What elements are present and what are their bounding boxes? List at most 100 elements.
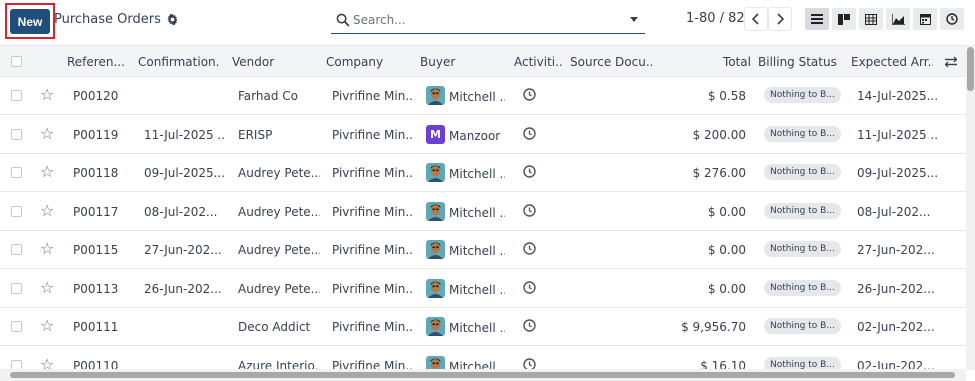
list-header: Referen... Confirmation... Vendor Compan… bbox=[0, 45, 966, 77]
table-row[interactable]: ☆ P00115 27-Jun-202... Audrey Pete... Pi… bbox=[0, 231, 966, 269]
list-view-button[interactable] bbox=[805, 8, 829, 30]
column-header-activities[interactable]: Activiti... bbox=[514, 55, 564, 69]
billing-status-badge: Nothing to B... bbox=[764, 318, 841, 334]
avatar bbox=[426, 163, 445, 182]
pager-value[interactable]: 1-80 / 82 bbox=[686, 11, 745, 26]
reference-cell: P00119 bbox=[73, 127, 119, 142]
star-icon[interactable]: ☆ bbox=[40, 87, 54, 103]
activity-clock-icon[interactable] bbox=[523, 126, 536, 140]
table-row[interactable]: ☆ P00118 09-Jul-2025... Audrey Pete... P… bbox=[0, 154, 966, 192]
buyer-cell: Mitchell ... bbox=[449, 282, 505, 297]
company-cell: Pivrifine Min... bbox=[332, 204, 414, 219]
pager-previous-button[interactable] bbox=[744, 7, 768, 31]
company-cell: Pivrifine Min... bbox=[332, 89, 414, 103]
star-icon[interactable]: ☆ bbox=[40, 125, 54, 142]
calendar-view-button[interactable] bbox=[913, 8, 937, 30]
star-icon[interactable]: ☆ bbox=[40, 202, 54, 219]
row-checkbox[interactable] bbox=[11, 205, 22, 217]
row-checkbox[interactable] bbox=[11, 282, 22, 294]
total-cell: $ 200.00 bbox=[692, 127, 746, 142]
activity-clock-icon[interactable] bbox=[523, 242, 536, 255]
table-row[interactable]: ☆ P00120 Farhad Co Pivrifine Min... Mitc… bbox=[0, 77, 966, 115]
row-checkbox[interactable] bbox=[11, 321, 22, 332]
star-icon[interactable]: ☆ bbox=[40, 241, 54, 257]
search-bar bbox=[331, 8, 645, 34]
expected-arrival-cell: 26-Jun-202... bbox=[857, 281, 935, 296]
vendor-cell: Audrey Pete... bbox=[238, 243, 320, 257]
row-checkbox[interactable] bbox=[11, 128, 22, 140]
pivot-view-button[interactable] bbox=[859, 8, 883, 30]
avatar bbox=[426, 278, 445, 298]
search-options-toggle-icon[interactable] bbox=[630, 17, 638, 22]
vendor-cell: Farhad Co bbox=[238, 89, 298, 103]
vertical-scrollbar[interactable] bbox=[966, 45, 975, 370]
expected-arrival-cell: 27-Jun-202... bbox=[857, 243, 935, 257]
column-header-company[interactable]: Company bbox=[326, 55, 406, 69]
reference-cell: P00113 bbox=[73, 281, 119, 296]
confirmation-date-cell: 11-Jul-2025 ... bbox=[144, 127, 226, 142]
table-row[interactable]: ☆ P00117 08-Jul-202... Audrey Pete... Pi… bbox=[0, 192, 966, 231]
chevron-left-icon bbox=[751, 13, 759, 25]
total-cell: $ 0.00 bbox=[707, 243, 746, 257]
chevron-right-icon bbox=[777, 13, 785, 25]
new-button[interactable]: New bbox=[10, 9, 50, 34]
expected-arrival-cell: 14-Jul-2025... bbox=[857, 89, 937, 103]
column-header-source-document[interactable]: Source Docu... bbox=[570, 55, 652, 69]
buyer-cell: Mitchell ... bbox=[449, 90, 505, 104]
row-checkbox[interactable] bbox=[11, 90, 22, 101]
billing-status-badge: Nothing to B... bbox=[764, 87, 841, 103]
confirmation-date-cell: 26-Jun-202... bbox=[144, 281, 222, 296]
expected-arrival-cell: 09-Jul-2025... bbox=[857, 166, 937, 180]
column-header-total[interactable]: Total bbox=[690, 55, 751, 69]
company-cell: Pivrifine Min... bbox=[332, 127, 414, 142]
column-header-vendor[interactable]: Vendor bbox=[232, 55, 312, 69]
expected-arrival-cell: 02-Jun-202... bbox=[857, 320, 935, 334]
buyer-cell: Mitchell ... bbox=[449, 167, 505, 181]
activity-view-icon bbox=[946, 13, 958, 25]
column-header-buyer[interactable]: Buyer bbox=[420, 55, 500, 69]
vendor-cell: Deco Addict bbox=[238, 320, 311, 334]
table-row[interactable]: ☆ P00111 Deco Addict Pivrifine Min... Mi… bbox=[0, 308, 966, 346]
expected-arrival-cell: 11-Jul-2025 ... bbox=[857, 127, 937, 142]
kanban-view-icon bbox=[838, 13, 850, 25]
activity-clock-icon[interactable] bbox=[523, 319, 536, 332]
star-icon[interactable]: ☆ bbox=[40, 318, 54, 334]
activity-clock-icon[interactable] bbox=[523, 165, 536, 178]
horizontal-scrollbar[interactable] bbox=[0, 369, 966, 381]
optional-columns-toggle-icon[interactable] bbox=[945, 56, 957, 68]
row-checkbox[interactable] bbox=[11, 244, 22, 255]
vertical-scrollbar-thumb[interactable] bbox=[967, 47, 974, 91]
activity-clock-icon[interactable] bbox=[523, 88, 536, 101]
table-row[interactable]: ☆ P00113 26-Jun-202... Audrey Pete... Pi… bbox=[0, 269, 966, 308]
search-input[interactable] bbox=[353, 11, 623, 29]
billing-status-badge: Nothing to B... bbox=[764, 279, 841, 296]
company-cell: Pivrifine Min... bbox=[332, 166, 414, 180]
calendar-view-icon bbox=[919, 14, 931, 25]
star-icon[interactable]: ☆ bbox=[40, 279, 54, 296]
kanban-view-button[interactable] bbox=[832, 8, 856, 30]
table-row[interactable]: ☆ P00119 11-Jul-2025 ... ERISP Pivrifine… bbox=[0, 115, 966, 154]
graph-view-button[interactable] bbox=[886, 8, 910, 30]
avatar bbox=[426, 201, 445, 221]
select-all-checkbox[interactable] bbox=[11, 56, 22, 67]
activity-clock-icon[interactable] bbox=[523, 203, 536, 217]
column-header-reference[interactable]: Referen... bbox=[67, 55, 133, 69]
star-icon[interactable]: ☆ bbox=[40, 164, 54, 180]
total-cell: $ 0.58 bbox=[707, 89, 746, 103]
pager-next-button[interactable] bbox=[768, 7, 792, 31]
gear-icon[interactable] bbox=[167, 14, 178, 25]
company-cell: Pivrifine Min... bbox=[332, 281, 414, 296]
row-checkbox[interactable] bbox=[11, 167, 22, 178]
billing-status-badge: Nothing to B... bbox=[764, 202, 841, 219]
column-header-billing-status[interactable]: Billing Status bbox=[758, 55, 842, 69]
control-panel: New Purchase Orders 1-80 / 82 bbox=[0, 0, 975, 45]
activity-clock-icon[interactable] bbox=[523, 280, 536, 294]
column-header-expected-arrival[interactable]: Expected Arr... bbox=[851, 55, 933, 69]
activity-view-button[interactable] bbox=[940, 8, 964, 30]
reference-cell: P00111 bbox=[73, 320, 119, 334]
horizontal-scrollbar-thumb[interactable] bbox=[10, 372, 955, 378]
billing-status-badge: Nothing to B... bbox=[764, 125, 841, 142]
column-header-confirmation[interactable]: Confirmation... bbox=[138, 55, 220, 69]
company-cell: Pivrifine Min... bbox=[332, 243, 414, 257]
billing-status-badge: Nothing to B... bbox=[764, 241, 841, 257]
